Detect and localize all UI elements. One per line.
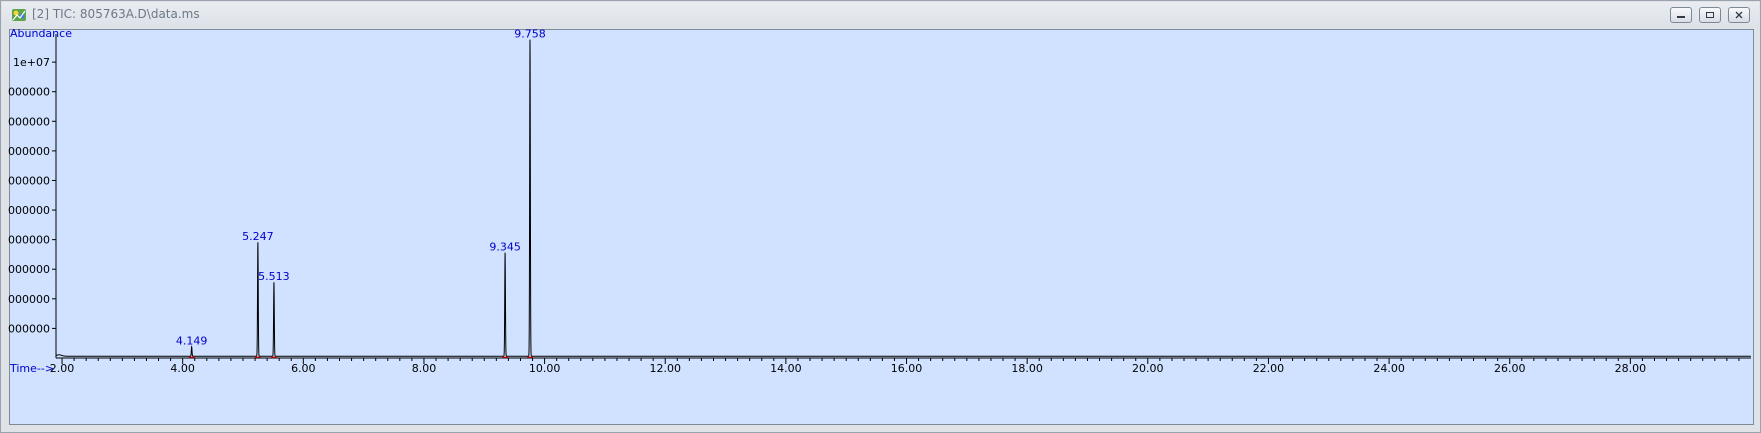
tic-trace: [55, 39, 1751, 357]
labels-group: 4.149 5.247 5.513 9.345 9.758: [176, 28, 546, 358]
axes-group: 1000000 2000000 3000000 4000000 5000000 60000…: [8, 34, 1751, 375]
restore-icon: [1706, 12, 1714, 18]
peak-label: 4.149: [176, 335, 208, 348]
chromatogram-chart[interactable]: 1000000 2000000 3000000 4000000 5000000 60000…: [8, 28, 1753, 424]
y-tick-label: 6000000: [8, 174, 50, 187]
x-axis-label: Time-->: [9, 362, 54, 375]
x-tick-label: 16.00: [891, 362, 923, 375]
peak-label: 9.758: [514, 28, 546, 40]
peak-label: 9.345: [489, 240, 521, 253]
peak-label: 5.247: [242, 230, 274, 243]
y-tick-label: 8000000: [8, 115, 50, 128]
x-tick-label: 22.00: [1253, 362, 1285, 375]
x-tick-label: 18.00: [1011, 362, 1043, 375]
chromatogram-app-icon: [12, 9, 26, 21]
window-title: [2] TIC: 805763A.D\data.ms: [32, 7, 200, 21]
y-tick-label: 7000000: [8, 145, 50, 158]
x-tick-label: 10.00: [529, 362, 561, 375]
x-tick-label: 26.00: [1494, 362, 1526, 375]
x-tick-label: 20.00: [1132, 362, 1164, 375]
y-axis-label: Abundance: [10, 28, 72, 40]
title-bar[interactable]: [2] TIC: 805763A.D\data.ms: [2, 2, 1759, 27]
y-tick-label: 9000000: [8, 86, 50, 99]
x-tick-label: 14.00: [770, 362, 802, 375]
y-tick-label: 1000000: [8, 322, 50, 335]
peak-label: 5.513: [258, 270, 290, 283]
x-tick-label: 4.00: [170, 362, 195, 375]
x-tick-label: 6.00: [291, 362, 316, 375]
close-icon: [1735, 11, 1743, 19]
y-tick-label: 4000000: [8, 234, 50, 247]
y-tick-label: 1e+07: [13, 56, 50, 69]
trace-group: [55, 39, 1751, 357]
x-tick-label: 28.00: [1615, 362, 1647, 375]
y-tick-label: 3000000: [8, 263, 50, 276]
minimize-icon: [1677, 16, 1685, 18]
x-tick-label: 12.00: [649, 362, 681, 375]
y-tick-label: 2000000: [8, 293, 50, 306]
x-tick-label: 8.00: [412, 362, 437, 375]
close-button[interactable]: [1728, 7, 1750, 23]
minimize-button[interactable]: [1670, 7, 1692, 23]
restore-button[interactable]: [1699, 7, 1721, 23]
x-tick-label: 24.00: [1373, 362, 1405, 375]
y-tick-label: 5000000: [8, 204, 50, 217]
